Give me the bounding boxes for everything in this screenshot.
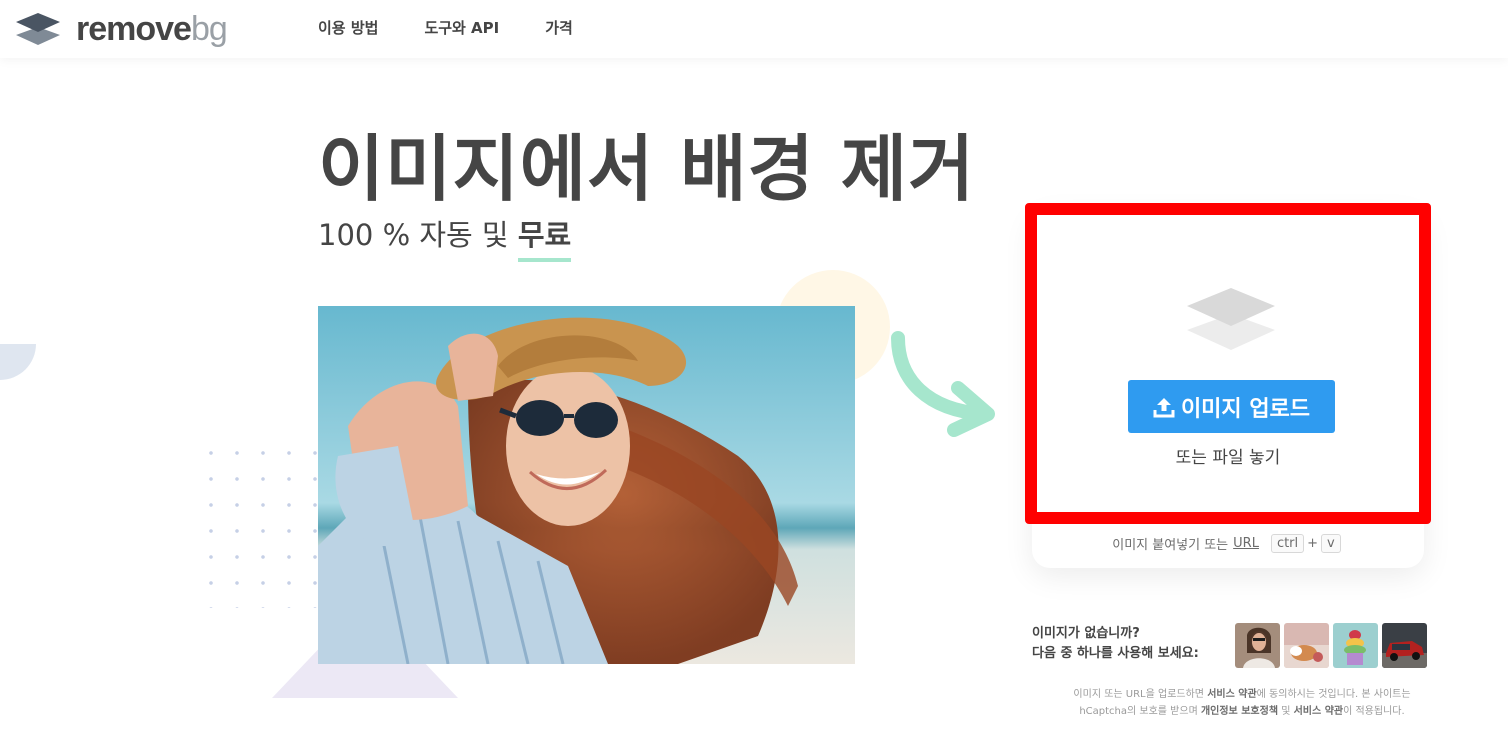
layers-icon — [1187, 288, 1275, 350]
legal-line-1: 이미지 또는 URL을 업로드하면 서비스 약관에 동의하시는 것입니다. 본 … — [1032, 686, 1452, 703]
hero-subtitle-prefix: 100 % 자동 및 — [318, 218, 518, 252]
legal-line-2: hCaptcha의 보호를 받으며 개인정보 보호정책 및 서비스 약관이 적용… — [1032, 703, 1452, 720]
legal-text: 이 적용됩니다. — [1343, 706, 1405, 717]
samples-line-1: 이미지가 없습니까? — [1032, 626, 1140, 641]
sample-car[interactable] — [1382, 623, 1427, 668]
paste-url-link[interactable]: URL — [1233, 536, 1259, 551]
removebg-logo[interactable]: removebg — [14, 10, 228, 49]
legal-text: 및 — [1278, 706, 1294, 717]
kbd-v: v — [1321, 534, 1341, 553]
logo-remove-text: remove — [76, 10, 192, 48]
nav-pricing[interactable]: 가격 — [545, 17, 573, 38]
sample-images — [1235, 623, 1431, 668]
terms-link[interactable]: 서비스 약관 — [1207, 689, 1256, 700]
privacy-policy-link[interactable]: 개인정보 보호정책 — [1201, 706, 1278, 717]
layers-logo-icon — [16, 12, 60, 45]
logo-bg-text: bg — [190, 10, 228, 48]
top-header: removebg 이용 방법 도구와 API 가격 — [0, 0, 1508, 58]
upload-button-label: 이미지 업로드 — [1180, 396, 1311, 422]
upload-image-button[interactable]: 이미지 업로드 — [1128, 380, 1335, 433]
hero-example-photo — [318, 306, 855, 664]
legal-text: 이미지 또는 URL을 업로드하면 — [1073, 689, 1208, 700]
nav-tools-api[interactable]: 도구와 API — [424, 17, 499, 38]
samples-line-2: 다음 중 하나를 사용해 보세요: — [1032, 646, 1199, 661]
sample-woman[interactable] — [1235, 623, 1280, 668]
legal-notice: 이미지 또는 URL을 업로드하면 서비스 약관에 동의하시는 것입니다. 본 … — [1032, 686, 1452, 720]
car-sample-thumbnail-icon — [1382, 623, 1427, 668]
terms-link[interactable]: 서비스 약관 — [1294, 706, 1343, 717]
legal-text: hCaptcha의 보호를 받으며 — [1079, 706, 1201, 717]
logo-wordmark: removebg — [76, 10, 228, 49]
main-nav: 이용 방법 도구와 API 가격 — [318, 17, 619, 38]
cake-sample-thumbnail-icon — [1333, 623, 1378, 668]
arrow-right-icon — [891, 331, 995, 437]
legal-text: 에 동의하시는 것입니다. 본 사이트는 — [1256, 689, 1411, 700]
nav-how-to-use[interactable]: 이용 방법 — [318, 17, 378, 38]
page: removebg 이용 방법 도구와 API 가격 이미지에서 배경 제거 10… — [0, 0, 1508, 750]
woman-beach-photo-icon — [318, 306, 855, 664]
upload-icon — [1153, 397, 1175, 417]
paste-hint: 이미지 붙여넣기 또는 URL ctrl + v — [1032, 534, 1424, 553]
samples-prompt: 이미지가 없습니까? 다음 중 하나를 사용해 보세요: — [1032, 624, 1199, 664]
sample-puppy[interactable] — [1284, 623, 1329, 668]
drop-file-text: 또는 파일 놓기 — [1175, 448, 1281, 468]
kbd-ctrl: ctrl — [1270, 534, 1305, 553]
woman-sample-thumbnail-icon — [1235, 623, 1280, 668]
hero-subtitle-free: 무료 — [517, 212, 572, 262]
hero-subtitle: 100 % 자동 및 무료 — [318, 212, 572, 262]
decorative-dot-grid — [198, 440, 318, 608]
kbd-plus: + — [1307, 536, 1319, 551]
sample-cake[interactable] — [1333, 623, 1378, 668]
paste-hint-text: 이미지 붙여넣기 또는 — [1112, 538, 1229, 553]
upload-dropzone[interactable] — [1025, 203, 1431, 524]
puppy-sample-thumbnail-icon — [1284, 623, 1329, 668]
decorative-half-circle — [0, 344, 36, 380]
page-title: 이미지에서 배경 제거 — [318, 127, 976, 211]
